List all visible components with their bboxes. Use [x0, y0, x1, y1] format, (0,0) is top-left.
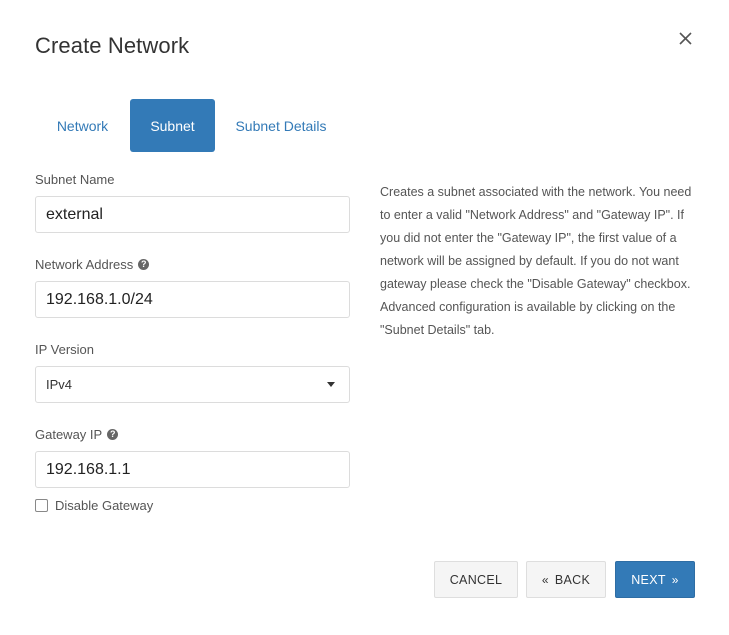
ip-version-group: IP Version IPv4	[35, 341, 350, 403]
gateway-ip-label-text: Gateway IP	[35, 427, 103, 442]
create-network-dialog: Create Network Network Subnet Subnet Det…	[0, 0, 729, 635]
network-address-label-text: Network Address	[35, 257, 134, 272]
network-address-input[interactable]	[35, 281, 350, 318]
gateway-ip-group: Gateway IP ?	[35, 426, 350, 488]
caret-down-icon	[327, 382, 335, 387]
back-button[interactable]: « BACK	[526, 561, 606, 598]
back-label: BACK	[554, 572, 591, 587]
gateway-ip-label: Gateway IP ?	[35, 426, 350, 443]
subnet-name-group: Subnet Name	[35, 171, 350, 233]
next-label: NEXT	[631, 572, 666, 587]
tab-subnet[interactable]: Subnet	[130, 99, 215, 152]
disable-gateway-row: Disable Gateway	[35, 498, 350, 513]
ip-version-label-text: IP Version	[35, 342, 95, 357]
wizard-tabs: Network Subnet Subnet Details	[35, 99, 347, 152]
help-icon[interactable]: ?	[107, 429, 119, 440]
network-address-label: Network Address ?	[35, 256, 350, 273]
ip-version-selected: IPv4	[46, 377, 73, 392]
subnet-help-text: Creates a subnet associated with the net…	[380, 185, 692, 337]
help-icon[interactable]: ?	[138, 259, 150, 270]
network-address-group: Network Address ?	[35, 256, 350, 318]
chevron-right-icon: »	[671, 572, 679, 587]
tab-network[interactable]: Network	[35, 99, 130, 152]
disable-gateway-label: Disable Gateway	[55, 498, 154, 513]
cancel-button[interactable]: CANCEL	[434, 561, 518, 598]
ip-version-select[interactable]: IPv4	[35, 366, 350, 403]
chevron-left-icon: «	[541, 572, 549, 587]
ip-version-label: IP Version	[35, 341, 350, 358]
subnet-name-label-text: Subnet Name	[35, 172, 115, 187]
disable-gateway-checkbox[interactable]	[35, 499, 48, 512]
gateway-ip-input[interactable]	[35, 451, 350, 488]
dialog-title: Create Network	[35, 33, 190, 58]
subnet-name-label: Subnet Name	[35, 171, 350, 188]
subnet-form: Subnet Name Network Address ? IP Version…	[35, 171, 350, 513]
subnet-name-input[interactable]	[35, 196, 350, 233]
tab-subnet-details[interactable]: Subnet Details	[215, 99, 347, 152]
cancel-label: CANCEL	[449, 572, 503, 587]
close-icon[interactable]	[672, 25, 698, 51]
next-button[interactable]: NEXT »	[615, 561, 695, 598]
